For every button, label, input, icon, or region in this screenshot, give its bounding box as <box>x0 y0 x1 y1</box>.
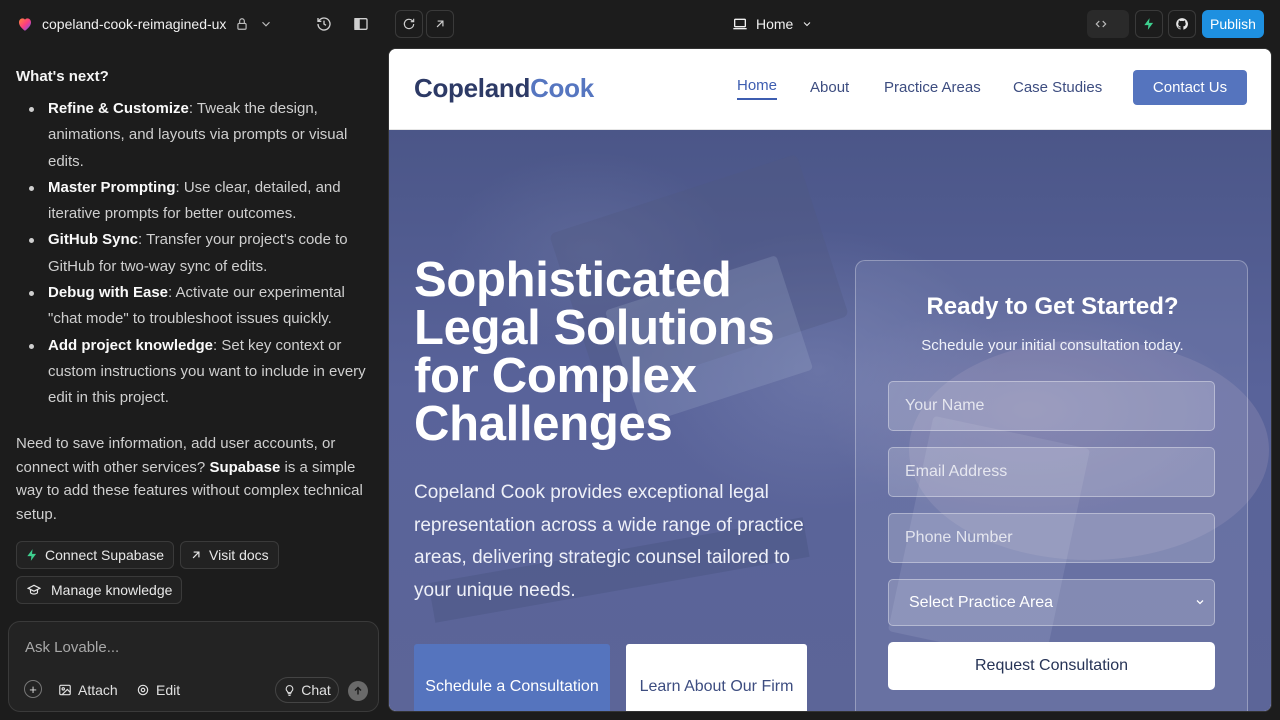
chevron-down-icon[interactable] <box>258 16 274 32</box>
laptop-icon <box>733 18 747 30</box>
external-link-icon <box>192 551 200 559</box>
nav-about[interactable]: About <box>810 79 849 96</box>
list-item: Refine & Customize: Tweak the design, an… <box>16 96 372 175</box>
tips-list: Refine & Customize: Tweak the design, an… <box>16 96 372 412</box>
tip-title: Refine & Customize <box>48 100 189 117</box>
tip-title: Debug with Ease <box>48 284 169 302</box>
open-in-new-tab-button[interactable] <box>426 10 454 38</box>
send-button[interactable] <box>348 681 368 701</box>
chat-mode-toggle[interactable]: Chat <box>275 677 339 703</box>
manage-knowledge-button[interactable]: Manage knowledge <box>16 576 183 604</box>
supabase-button[interactable] <box>1135 10 1163 38</box>
site-preview: CopelandCook Home About Practice Areas C… <box>388 48 1272 712</box>
name-field[interactable] <box>888 381 1215 431</box>
sidebar-toggle-icon[interactable] <box>351 14 371 34</box>
supabase-paragraph: Need to save information, add user accou… <box>16 432 366 526</box>
project-switcher[interactable]: copeland-cook-reimagined-ux <box>16 12 274 36</box>
graduation-cap-icon <box>27 584 41 595</box>
code-icon <box>1095 20 1107 28</box>
refresh-icon <box>403 18 415 30</box>
visit-docs-label: Visit docs <box>209 547 269 563</box>
connect-supabase-label: Connect Supabase <box>45 547 165 563</box>
github-icon <box>1176 18 1189 30</box>
supabase-icon <box>27 549 37 561</box>
consultation-form: Ready to Get Started? Schedule your init… <box>855 260 1248 711</box>
chevron-down-icon <box>1196 600 1204 605</box>
connect-supabase-button[interactable]: Connect Supabase <box>16 541 175 569</box>
hero-section: Sophisticated Legal Solutions for Comple… <box>389 130 1271 711</box>
external-link-icon <box>436 20 444 28</box>
plus-icon[interactable]: + <box>24 680 42 698</box>
attach-label: Attach <box>78 682 118 698</box>
hero-title: Sophisticated Legal Solutions for Comple… <box>414 253 775 451</box>
whats-next-heading: What's next? <box>16 68 109 85</box>
route-label: Home <box>756 16 794 32</box>
arrow-up-icon <box>354 686 362 695</box>
attach-button[interactable]: Attach <box>58 679 118 701</box>
practice-area-value: Select Practice Area <box>909 593 1054 611</box>
tip-title: GitHub Sync <box>48 231 139 249</box>
hero-subtitle: Copeland Cook provides exceptional legal… <box>414 482 804 601</box>
list-item: GitHub Sync: Transfer your project's cod… <box>16 227 372 280</box>
visit-docs-button[interactable]: Visit docs <box>180 541 279 569</box>
lightbulb-icon <box>285 684 294 696</box>
email-field[interactable] <box>888 447 1215 497</box>
route-selector[interactable]: Home <box>732 12 813 36</box>
form-subtitle: Schedule your initial consultation today… <box>921 337 1184 354</box>
logo-part-2: Cook <box>530 73 594 103</box>
github-button[interactable] <box>1168 10 1196 38</box>
edit-label: Edit <box>156 682 181 698</box>
list-item: Add project knowledge: Set key context o… <box>16 333 372 412</box>
site-navbar: CopelandCook Home About Practice Areas C… <box>389 49 1271 130</box>
publish-button[interactable]: Publish <box>1202 10 1264 38</box>
site-logo[interactable]: CopelandCook <box>414 73 594 104</box>
nav-practice-areas[interactable]: Practice Areas <box>884 79 981 96</box>
nav-case-studies[interactable]: Case Studies <box>1013 79 1102 96</box>
supabase-icon <box>1144 18 1154 30</box>
learn-about-firm-button[interactable]: Learn About Our Firm <box>626 644 807 711</box>
target-icon <box>137 684 149 696</box>
top-bar: copeland-cook-reimagined-ux Home Publish <box>0 0 1280 48</box>
request-consultation-button[interactable]: Request Consultation <box>888 642 1215 690</box>
tip-title: Master Prompting <box>48 178 176 196</box>
history-icon[interactable] <box>314 14 334 34</box>
project-name: copeland-cook-reimagined-ux <box>42 16 227 32</box>
refresh-button[interactable] <box>395 10 423 38</box>
chat-sidebar: What's next? Refine & Customize: Tweak t… <box>0 48 388 720</box>
lock-icon <box>234 16 250 32</box>
tip-title: Add project knowledge <box>48 336 214 354</box>
code-view-toggle[interactable] <box>1087 10 1129 38</box>
list-item: Master Prompting: Use clear, detailed, a… <box>16 175 372 228</box>
schedule-consultation-button[interactable]: Schedule a Consultation <box>414 644 610 711</box>
chat-mode-label: Chat <box>301 682 331 698</box>
composer-input[interactable]: Ask Lovable... <box>25 639 119 656</box>
edit-button[interactable]: Edit <box>136 679 180 701</box>
logo-part-1: Copeland <box>414 73 531 103</box>
practice-area-select[interactable]: Select Practice Area <box>888 579 1215 626</box>
supabase-name: Supabase <box>209 458 281 476</box>
form-title: Ready to Get Started? <box>926 293 1179 320</box>
phone-field[interactable] <box>888 513 1215 563</box>
manage-knowledge-label: Manage knowledge <box>51 582 173 598</box>
image-icon <box>59 684 71 696</box>
list-item: Debug with Ease: Activate our experiment… <box>16 280 372 333</box>
chevron-down-icon <box>804 22 811 27</box>
nav-home[interactable]: Home <box>737 77 778 100</box>
lovable-logo-icon <box>19 18 31 31</box>
contact-us-button[interactable]: Contact Us <box>1133 70 1247 105</box>
chat-composer[interactable]: Ask Lovable... + Attach Edit Chat <box>8 621 379 712</box>
